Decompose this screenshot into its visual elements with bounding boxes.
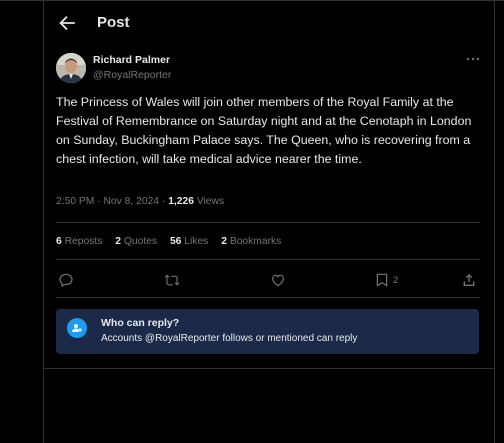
action-bar: 2 [56, 270, 480, 292]
post-header: Post [44, 0, 494, 46]
divider [56, 259, 480, 260]
divider [56, 222, 480, 223]
bookmark-icon [376, 273, 388, 287]
more-icon[interactable] [465, 52, 481, 66]
reply-settings-title: Who can reply? [101, 317, 180, 329]
tweet-meta: 2:50 PM · Nov 8, 2024 · 1,226 Views [56, 196, 224, 207]
engagement-stats: 6 Reposts 2 Quotes 56 Likes 2 Bookmarks [56, 236, 291, 247]
tweet-text: The Princess of Wales will join other me… [56, 95, 472, 166]
share-button[interactable] [461, 270, 477, 290]
quotes-count: 2 [115, 236, 121, 247]
quotes-stat[interactable]: 2 Quotes [115, 236, 157, 247]
share-icon [463, 274, 475, 286]
reply-settings-banner: Who can reply? Accounts @RoyalReporter f… [56, 309, 479, 354]
page-title: Post [97, 14, 130, 31]
bookmarks-label: Bookmarks [229, 236, 282, 247]
user-mention-icon [67, 318, 87, 338]
author-name[interactable]: Richard Palmer [93, 54, 170, 66]
reply-icon [59, 273, 73, 288]
quotes-label: Quotes [123, 236, 158, 247]
like-icon [272, 274, 284, 287]
likes-count: 56 [169, 236, 182, 247]
reposts-count: 6 [56, 236, 62, 247]
reposts-stat[interactable]: 6 Reposts [56, 236, 102, 247]
views-count: 1,226 [168, 196, 194, 207]
reply-button[interactable] [58, 270, 74, 290]
divider [44, 368, 494, 369]
main-column: Post Richard Palmer @RoyalReporter The P… [43, 0, 495, 443]
bookmark-button[interactable]: 2 [374, 270, 398, 290]
like-button[interactable] [270, 270, 286, 290]
reposts-label: Reposts [64, 236, 103, 247]
likes-label: Likes [184, 236, 209, 247]
bookmarks-stat[interactable]: 2 Bookmarks [221, 236, 281, 247]
repost-icon [164, 274, 180, 286]
views-label: Views [193, 196, 225, 207]
author-handle[interactable]: @RoyalReporter [93, 69, 171, 81]
back-arrow-icon[interactable] [56, 12, 78, 34]
bookmarks-count: 2 [221, 236, 227, 247]
reply-settings-subtitle: Accounts @RoyalReporter follows or menti… [101, 333, 358, 344]
bookmark-count: 2 [393, 274, 399, 286]
divider [56, 297, 480, 298]
avatar[interactable] [56, 53, 86, 83]
repost-button[interactable] [164, 270, 180, 290]
timestamp[interactable]: 2:50 PM · Nov 8, 2024 · [56, 196, 168, 207]
likes-stat[interactable]: 56 Likes [170, 236, 208, 247]
